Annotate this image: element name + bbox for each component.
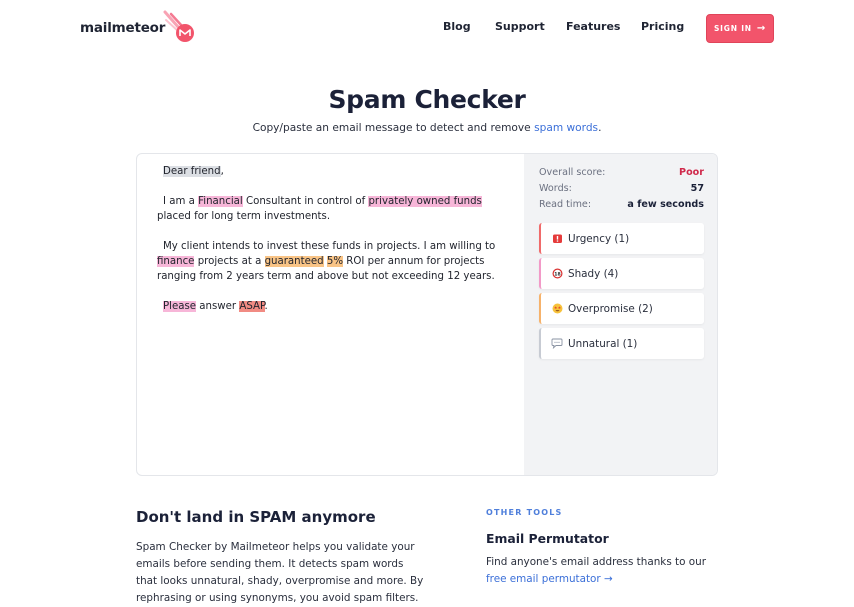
words-label: Words:	[539, 183, 572, 194]
no-entry-18-icon: 18	[550, 268, 564, 280]
editor-paragraph: My client intends to invest these funds …	[157, 239, 504, 284]
editor-text: I am a	[163, 196, 199, 207]
category-label: Shady (4)	[568, 267, 619, 280]
category-label: Overpromise (2)	[568, 302, 653, 315]
words-row: Words: 57	[539, 181, 704, 197]
editor-text: projects at a	[194, 256, 265, 267]
editor-paragraph: I am a Financial Consultant in control o…	[157, 194, 504, 224]
editor-text: My client intends to invest these funds …	[163, 241, 496, 252]
overall-score-row: Overall score: Poor	[539, 165, 704, 181]
alarm-icon	[550, 233, 564, 245]
subtitle-text: Copy/paste an email message to detect an…	[252, 122, 535, 134]
email-permutator-link-label: free email permutator	[486, 573, 601, 585]
category-label: Urgency (1)	[568, 232, 630, 245]
highlight-shady[interactable]: Financial	[198, 196, 243, 207]
sign-in-label: SIGN IN	[713, 24, 752, 33]
site-header: mailmeteor Blog Support Features Pricing…	[0, 0, 854, 58]
results-panel: Overall score: Poor Words: 57 Read time:…	[524, 154, 717, 475]
email-permutator-link[interactable]: free email permutator →	[486, 573, 613, 585]
sign-in-button[interactable]: SIGN IN →	[706, 14, 774, 43]
editor-text: answer	[196, 301, 240, 312]
highlight-greeting: Dear friend	[163, 166, 221, 177]
highlight-unnatural[interactable]: Please	[163, 301, 197, 312]
category-label: Unnatural (1)	[568, 337, 638, 350]
read-time-label: Read time:	[539, 199, 592, 210]
category-urgency[interactable]: Urgency (1)	[539, 223, 704, 254]
page-subtitle: Copy/paste an email message to detect an…	[0, 122, 854, 134]
section-heading: Don't land in SPAM anymore	[136, 508, 376, 526]
editor-text: .	[264, 301, 268, 312]
svg-text:18: 18	[554, 271, 560, 277]
nav-blog[interactable]: Blog	[443, 20, 495, 33]
overall-score-value: Poor	[679, 167, 704, 178]
logo-text: mailmeteor	[80, 20, 166, 36]
editor-text: placed for long term investments.	[157, 211, 331, 222]
highlight-overpromise[interactable]: 5%	[326, 256, 344, 267]
editor-paragraph: Dear friend,	[157, 164, 504, 179]
arrow-right-icon: →	[604, 573, 613, 585]
read-time-row: Read time: a few seconds	[539, 197, 704, 213]
category-unnatural[interactable]: Unnatural (1)	[539, 328, 704, 359]
highlight-urgency[interactable]: ASAP	[239, 301, 265, 312]
logo[interactable]: mailmeteor	[80, 10, 197, 46]
nav-support[interactable]: Support	[495, 20, 566, 33]
editor-text: ,	[220, 166, 224, 177]
spam-checker: Dear friend, I am a Financial Consultant…	[136, 153, 718, 476]
nav-features[interactable]: Features	[566, 20, 641, 33]
main-nav: Blog Support Features Pricing	[443, 20, 701, 33]
category-list: Urgency (1) 18 Shady (4) Overpromise (2)…	[539, 223, 704, 359]
arrow-right-icon: →	[756, 23, 767, 34]
words-value: 57	[690, 183, 704, 194]
editor-paragraph: Please answer ASAP.	[157, 299, 504, 314]
tool-description-text: Find anyone's email address thanks to ou…	[486, 556, 706, 568]
editor-text: Consultant in control of	[242, 196, 369, 207]
highlight-shady[interactable]: privately owned funds	[368, 196, 482, 207]
nav-pricing[interactable]: Pricing	[641, 20, 701, 33]
other-tools-label: OTHER TOOLS	[486, 508, 563, 517]
speech-bubble-icon	[550, 338, 564, 350]
meteor-logo-icon	[163, 10, 197, 46]
highlight-shady[interactable]: finance	[157, 256, 195, 267]
tool-title: Email Permutator	[486, 531, 609, 546]
tool-description: Find anyone's email address thanks to ou…	[486, 554, 726, 588]
spam-words-link[interactable]: spam words	[534, 122, 598, 134]
category-shady[interactable]: 18 Shady (4)	[539, 258, 704, 289]
highlight-overpromise[interactable]: guaranteed	[264, 256, 324, 267]
email-editor[interactable]: Dear friend, I am a Financial Consultant…	[137, 154, 524, 475]
overall-score-label: Overall score:	[539, 167, 606, 178]
section-description: Spam Checker by Mailmeteor helps you val…	[136, 541, 424, 604]
category-overpromise[interactable]: Overpromise (2)	[539, 293, 704, 324]
page-title: Spam Checker	[328, 85, 526, 114]
subtitle-period: .	[598, 122, 602, 134]
read-time-value: a few seconds	[627, 199, 704, 210]
star-struck-icon	[550, 303, 564, 315]
